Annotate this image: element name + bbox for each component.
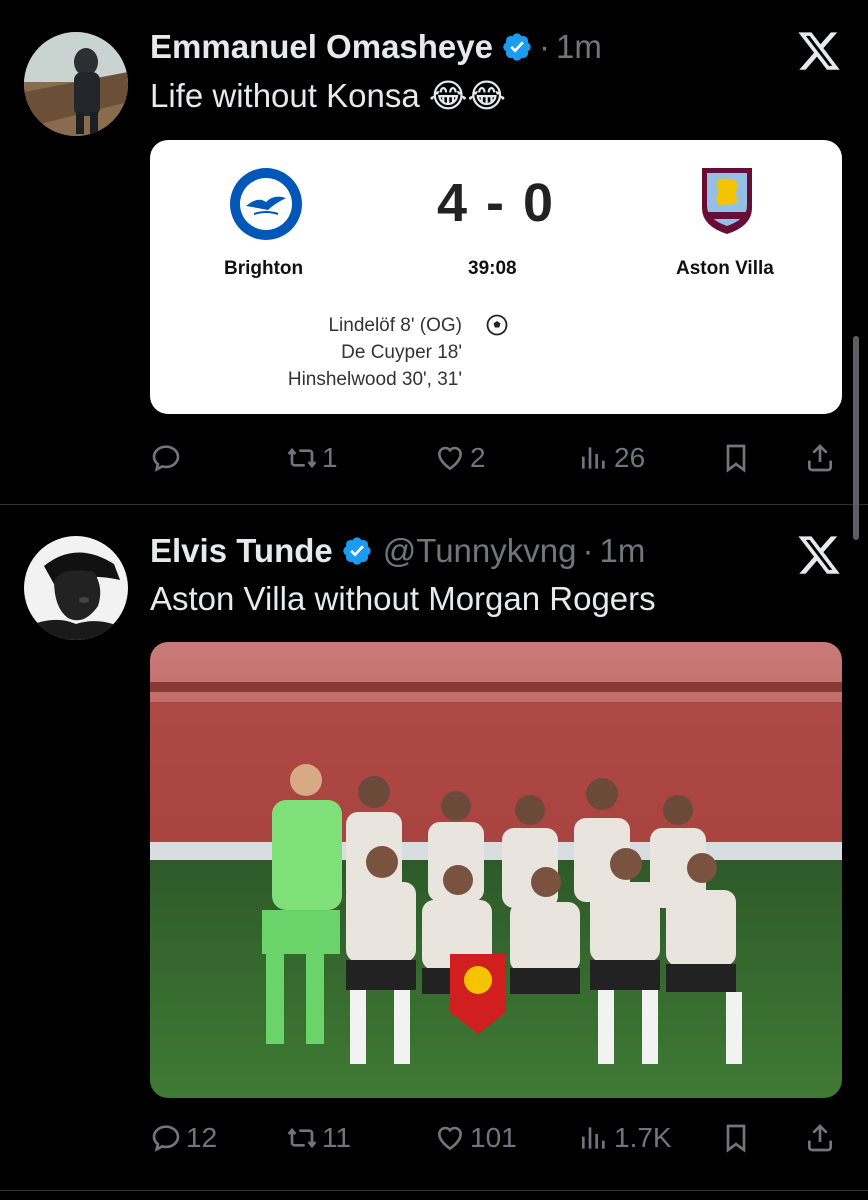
brighton-crest-icon	[230, 168, 302, 240]
tweet-text: Life without Konsa 😂😂	[150, 77, 506, 114]
author-handle[interactable]: @Tunnykvng	[383, 532, 577, 570]
x-logo-icon	[798, 536, 840, 574]
repost-icon	[287, 447, 317, 469]
reply-button[interactable]: 12	[150, 1122, 217, 1154]
like-icon	[437, 1126, 463, 1151]
author-row: Emmanuel Omasheye · 1m	[150, 28, 602, 66]
tweet-divider	[0, 1190, 868, 1191]
timestamp[interactable]: 1m	[556, 28, 602, 66]
repost-icon	[287, 1127, 317, 1149]
author-name[interactable]: Elvis Tunde	[150, 532, 333, 570]
match-score: 4 - 0	[436, 173, 556, 233]
views-count: 1.7K	[614, 1122, 672, 1153]
goal-scorers: Lindelöf 8' (OG) De Cuyper 18' Hinshelwo…	[288, 312, 462, 393]
repost-count: 1	[322, 442, 338, 473]
views-icon	[582, 1127, 605, 1149]
scorer-line: De Cuyper 18'	[341, 342, 462, 363]
like-button[interactable]: 101	[434, 1122, 517, 1154]
reply-icon	[152, 1125, 180, 1152]
scorer-line: Lindelöf 8' (OG)	[328, 315, 462, 336]
reply-count: 12	[186, 1122, 218, 1153]
like-button[interactable]: 2	[434, 442, 486, 474]
author-row: Elvis Tunde @Tunnykvng · 1m	[150, 532, 646, 570]
scorer-line: Hinshelwood 30', 31'	[287, 369, 462, 390]
bookmark-icon	[726, 444, 746, 473]
tweet-actions: 12 11 101 1.7K	[150, 1122, 840, 1162]
team-photo[interactable]	[150, 642, 842, 1098]
repost-button[interactable]: 11	[286, 1122, 351, 1154]
repost-count: 11	[322, 1122, 352, 1153]
repost-button[interactable]: 1	[286, 442, 338, 474]
tweet-divider	[0, 504, 868, 505]
match-clock: 39:08	[468, 258, 517, 279]
bookmark-button[interactable]	[720, 1122, 752, 1154]
home-team-name: Brighton	[224, 258, 304, 279]
timestamp[interactable]: 1m	[599, 532, 645, 570]
avatar[interactable]	[24, 536, 128, 640]
share-icon	[808, 444, 832, 472]
x-logo-icon	[798, 32, 840, 70]
like-count: 2	[470, 442, 486, 473]
match-score-card[interactable]: Brighton 4 - 0 39:08 Aston Villa Lindelö…	[150, 140, 842, 414]
reply-icon	[152, 445, 180, 472]
avatar[interactable]	[24, 32, 128, 136]
football-icon	[486, 314, 508, 336]
bookmark-icon	[726, 1124, 746, 1153]
share-button[interactable]	[804, 442, 836, 474]
share-icon	[808, 1124, 832, 1152]
like-count: 101	[470, 1122, 517, 1153]
verified-badge-icon	[343, 537, 371, 565]
verified-badge-icon	[503, 33, 531, 61]
away-team-name: Aston Villa	[676, 258, 774, 279]
views-button[interactable]: 1.7K	[578, 1122, 672, 1154]
tweet-text: Aston Villa without Morgan Rogers	[150, 580, 656, 617]
views-button[interactable]: 26	[578, 442, 645, 474]
scrollbar[interactable]	[853, 336, 859, 540]
bookmark-button[interactable]	[720, 442, 752, 474]
share-button[interactable]	[804, 1122, 836, 1154]
author-name[interactable]: Emmanuel Omasheye	[150, 28, 493, 66]
reply-button[interactable]	[150, 442, 186, 474]
views-count: 26	[614, 442, 646, 473]
like-icon	[437, 446, 463, 471]
aston-villa-crest-icon	[702, 168, 752, 234]
tweet-1[interactable]: Emmanuel Omasheye · 1m Life without Kons…	[0, 0, 868, 504]
views-icon	[582, 447, 605, 469]
tweet-actions: 1 2 26	[150, 442, 840, 482]
